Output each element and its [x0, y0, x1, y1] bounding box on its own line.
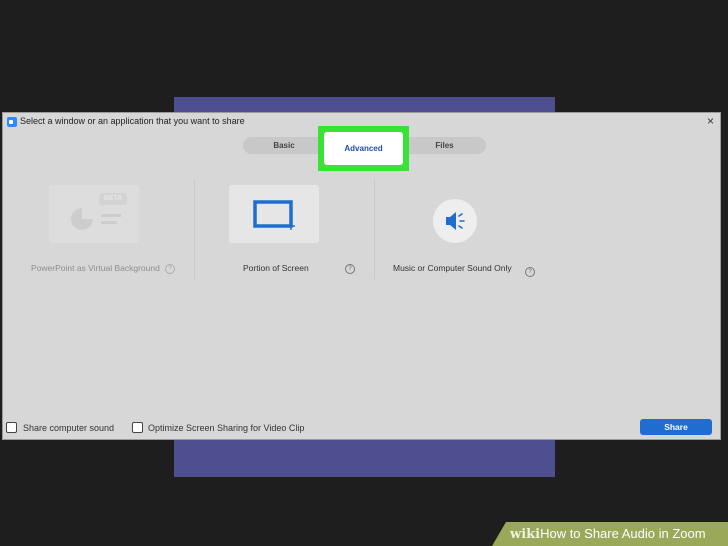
optimize-video-checkbox[interactable]	[132, 422, 143, 433]
help-icon[interactable]: ?	[345, 264, 355, 274]
portion-thumbnail	[229, 185, 319, 243]
powerpoint-thumbnail: BETA	[49, 185, 139, 243]
share-sound-checkbox[interactable]	[6, 422, 17, 433]
beta-badge: BETA	[99, 193, 127, 205]
brand-logo: wiki	[510, 527, 541, 542]
title-banner: wikiHow to Share Audio in Zoom	[492, 522, 728, 546]
tab-basic[interactable]: Basic	[243, 137, 325, 154]
banner-text: wikiHow to Share Audio in Zoom	[510, 526, 706, 542]
dialog-footer: Share computer sound Optimize Screen Sha…	[3, 419, 720, 437]
sound-label: Music or Computer Sound Only	[393, 263, 512, 273]
share-button[interactable]: Share	[640, 419, 712, 435]
share-options: BETA PowerPoint as Virtual Background ? …	[13, 179, 535, 279]
help-icon[interactable]: ?	[525, 267, 535, 277]
speaker-icon	[446, 212, 465, 230]
share-sound-label: Share computer sound	[23, 423, 115, 433]
powerpoint-label: PowerPoint as Virtual Background	[31, 263, 160, 273]
help-icon[interactable]: ?	[165, 264, 175, 274]
option-portion-of-screen[interactable]: Portion of Screen ?	[195, 179, 373, 279]
sound-thumbnail	[433, 199, 477, 243]
tab-advanced[interactable]: Advanced	[324, 132, 403, 165]
option-powerpoint-background[interactable]: BETA PowerPoint as Virtual Background ?	[13, 179, 193, 279]
zoom-app-icon	[7, 117, 17, 127]
advanced-tab-highlight: Advanced	[318, 126, 409, 171]
optimize-video-label: Optimize Screen Sharing for Video Clip	[148, 423, 305, 433]
option-computer-sound[interactable]: Music or Computer Sound Only ?	[375, 179, 535, 279]
dialog-title: Select a window or an application that y…	[20, 116, 245, 126]
portion-label: Portion of Screen	[243, 263, 309, 273]
crop-region-icon	[253, 200, 295, 230]
banner-title: How to Share Audio in Zoom	[540, 526, 706, 541]
tab-files[interactable]: Files	[403, 137, 486, 154]
close-icon[interactable]: ×	[707, 114, 714, 128]
